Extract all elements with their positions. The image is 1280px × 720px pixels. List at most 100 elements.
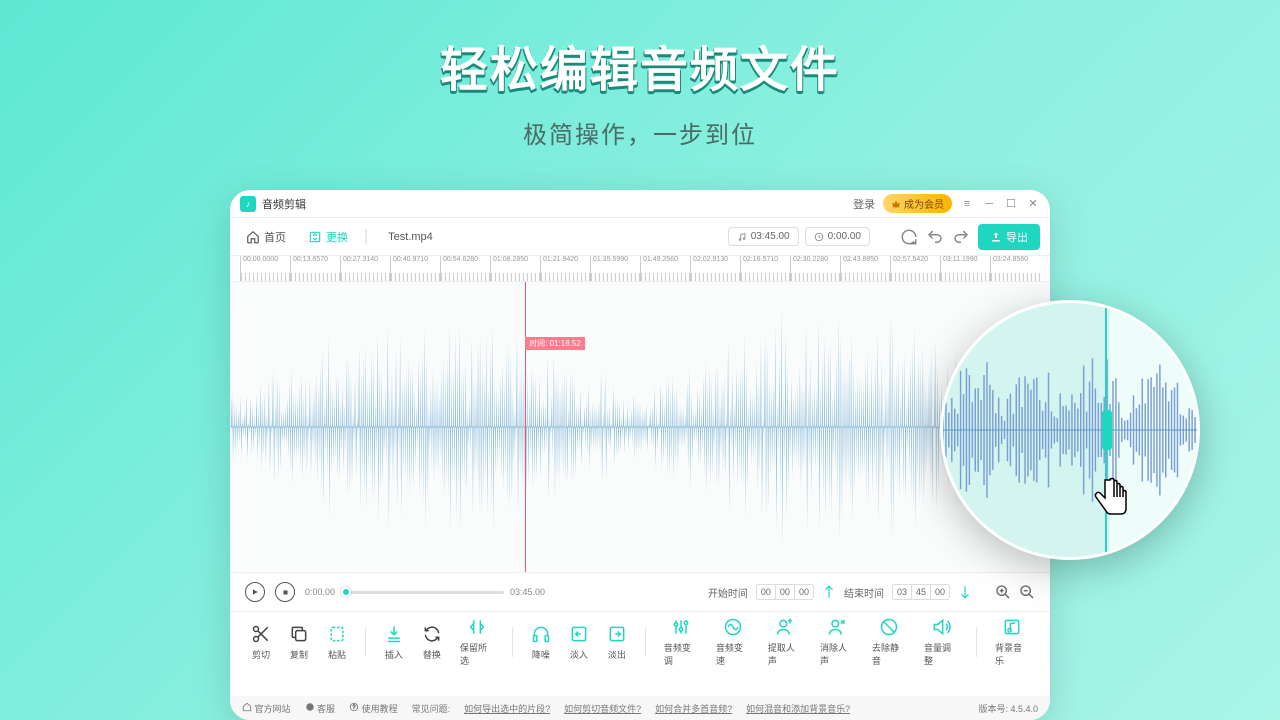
hero-title: 轻松编辑音频文件 (0, 30, 1280, 100)
titlebar: ♪ 音频剪辑 登录 成为会员 ≡ ─ ☐ ✕ (230, 190, 1050, 218)
app-window: ♪ 音频剪辑 登录 成为会员 ≡ ─ ☐ ✕ 首页 更换 | Test.mp4 (230, 190, 1050, 720)
faq-q2[interactable]: 如何剪切音频文件? (564, 702, 641, 715)
app-name: 音频剪辑 (262, 196, 306, 212)
faq-q3[interactable]: 如何合并多首音频? (655, 702, 732, 715)
playhead[interactable] (525, 282, 526, 572)
faq-q1[interactable]: 如何导出选中的片段? (464, 702, 550, 715)
close-button[interactable]: ✕ (1026, 197, 1040, 211)
playback-bar: 0:00.00 03:45.00 开始时间 00 00 00 结束时间 03 4… (230, 572, 1050, 612)
upload-icon (990, 231, 1002, 243)
time-ruler[interactable]: 00:00.000000:13.657000:27.314000:40.9710… (230, 256, 1050, 282)
footer: 官方网站 客服 ? 使用教程 常见问题: 如何导出选中的片段? 如何剪切音频文件… (230, 696, 1050, 720)
undo-icon[interactable] (926, 228, 944, 246)
stop-icon (282, 589, 289, 596)
tool-fadeout[interactable]: 淡出 (601, 620, 633, 665)
duration-selection[interactable]: 03:45.00 (728, 227, 799, 246)
magnifier-overlay (940, 300, 1200, 560)
tool-row: 剪切 复制 粘贴 插入 替换 保留所选 降噪 淡入 淡出 音频变调 音频变速 提… (230, 612, 1050, 672)
svg-text:?: ? (353, 704, 356, 710)
seek-bar[interactable]: 0:00.00 03:45.00 (305, 587, 545, 597)
person-up-icon (775, 617, 795, 637)
fadein-icon (569, 624, 589, 644)
footer-tutorial[interactable]: ? 使用教程 (349, 702, 398, 715)
crown-icon (891, 199, 901, 209)
wave-icon (723, 617, 743, 637)
start-time-label: 开始时间 (708, 585, 748, 600)
magnifier-handle[interactable] (1102, 410, 1112, 450)
home-button[interactable]: 首页 (240, 225, 292, 249)
faq-label: 常见问题: (412, 702, 451, 715)
clock-icon (814, 232, 824, 242)
tool-extract-voice[interactable]: 提取人声 (762, 613, 808, 671)
headphones-icon (531, 624, 551, 644)
tool-insert[interactable]: 插入 (378, 620, 410, 665)
tool-replace[interactable]: 替换 (416, 620, 448, 665)
mark-start-icon[interactable] (822, 585, 836, 599)
start-time-input[interactable]: 00 00 00 (756, 584, 814, 600)
magnifier-waveform (943, 303, 1197, 557)
menu-icon[interactable]: ≡ (960, 197, 974, 211)
replace-icon (422, 624, 442, 644)
waveform-area[interactable]: 时间: 01:18.52 (230, 282, 1050, 572)
vip-badge[interactable]: 成为会员 (883, 194, 952, 213)
end-time-label: 结束时间 (844, 585, 884, 600)
end-time-input[interactable]: 03 45 00 (892, 584, 950, 600)
tool-pitch[interactable]: 音频变调 (658, 613, 704, 671)
swap-icon (308, 230, 322, 244)
cursor-hand-icon (1085, 470, 1135, 530)
mark-end-icon[interactable] (958, 585, 972, 599)
hero-subtitle: 极简操作，一步到位 (0, 115, 1280, 150)
seek-start-time: 0:00.00 (305, 587, 335, 597)
redo2-icon[interactable] (952, 228, 970, 246)
swap-button[interactable]: 更换 (302, 225, 354, 249)
stop-button[interactable] (275, 582, 295, 602)
fadeout-icon (607, 624, 627, 644)
tool-paste[interactable]: 粘贴 (321, 620, 353, 665)
keep-icon (467, 617, 487, 637)
seek-thumb[interactable] (341, 587, 351, 597)
app-icon: ♪ (240, 196, 256, 212)
sliders-icon (671, 617, 691, 637)
playhead-label: 时间: 01:18.52 (525, 337, 585, 350)
person-x-icon (827, 617, 847, 637)
play-icon (251, 588, 259, 596)
bgm-icon (1002, 617, 1022, 637)
home-icon (246, 230, 260, 244)
minimize-button[interactable]: ─ (982, 197, 996, 211)
tool-volume[interactable]: 音量调整 (918, 613, 964, 671)
volume-icon (931, 617, 951, 637)
zoom-out-icon[interactable] (1019, 584, 1035, 600)
login-link[interactable]: 登录 (853, 196, 875, 212)
filename: Test.mp4 (388, 231, 433, 243)
tool-fadein[interactable]: 淡入 (563, 620, 595, 665)
tool-remove-voice[interactable]: 消除人声 (814, 613, 860, 671)
export-button[interactable]: 导出 (978, 224, 1040, 250)
help-icon: ? (349, 702, 359, 712)
scissors-icon (251, 624, 271, 644)
zoom-in-icon[interactable] (995, 584, 1011, 600)
home-small-icon (242, 702, 252, 712)
version: 版本号: 4.5.4.0 (978, 702, 1038, 715)
faq-q4[interactable]: 如何混音和添加背景音乐? (746, 702, 850, 715)
tool-copy[interactable]: 复制 (283, 620, 315, 665)
waveform (230, 282, 1050, 572)
copy-icon (289, 624, 309, 644)
tool-keep[interactable]: 保留所选 (454, 613, 500, 671)
play-button[interactable] (245, 582, 265, 602)
tool-denoise[interactable]: 降噪 (525, 620, 557, 665)
tool-cut[interactable]: 剪切 (245, 620, 277, 665)
tool-bgm[interactable]: 背景音乐 (989, 613, 1035, 671)
footer-support[interactable]: 客服 (305, 702, 336, 715)
tool-remove-silence[interactable]: 去除静音 (866, 613, 912, 671)
maximize-button[interactable]: ☐ (1004, 197, 1018, 211)
seek-end-time: 03:45.00 (510, 587, 545, 597)
redo-icon[interactable] (900, 228, 918, 246)
toolbar: 首页 更换 | Test.mp4 03:45.00 0:00.00 导出 (230, 218, 1050, 256)
mute-icon (879, 617, 899, 637)
music-icon (737, 232, 747, 242)
paste-icon (327, 624, 347, 644)
support-icon (305, 702, 315, 712)
duration-cursor[interactable]: 0:00.00 (805, 227, 870, 246)
tool-speed[interactable]: 音频变速 (710, 613, 756, 671)
footer-site[interactable]: 官方网站 (242, 702, 291, 715)
